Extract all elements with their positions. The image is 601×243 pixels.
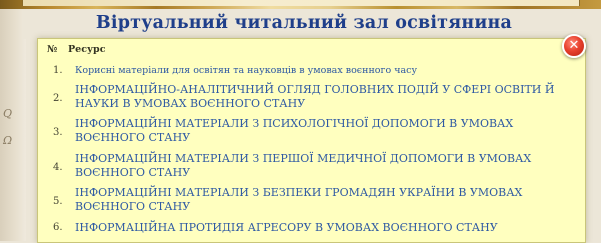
resource-link[interactable]: ІНФОРМАЦІЙНА ПРОТИДІЯ АГРЕСОРУ В УМОВАХ … (75, 221, 565, 235)
resource-link[interactable]: ІНФОРМАЦІЙНІ МАТЕРІАЛИ З БЕЗПЕКИ ГРОМАДЯ… (75, 186, 565, 214)
row-number: 5. (53, 196, 63, 207)
row-number: 3. (53, 127, 63, 138)
row-number: 2. (53, 93, 63, 104)
page-title: Віртуальний читальний зал освітянина (95, 13, 513, 33)
resource-link[interactable]: Корисні матеріали для освітян та науковц… (75, 64, 565, 77)
top-decorative-strip (0, 0, 601, 9)
left-decorative-margin: Q Ω (0, 9, 26, 241)
resource-popup: № Ресурс 1. Корисні матеріали для освітя… (37, 38, 586, 243)
margin-scribble: Ω (3, 134, 13, 147)
column-header-resource: Ресурс (68, 44, 106, 55)
resource-link[interactable]: ІНФОРМАЦІЙНО-АНАЛІТИЧНИЙ ОГЛЯД ГОЛОВНИХ … (75, 83, 565, 111)
resource-link[interactable]: ІНФОРМАЦІЙНІ МАТЕРІАЛИ З ПСИХОЛОГІЧНОЇ Д… (75, 117, 565, 145)
row-number: 6. (53, 222, 63, 233)
top-frame (22, 0, 580, 6)
margin-scribble: Q (3, 107, 13, 120)
row-number: 1. (53, 65, 63, 76)
row-number: 4. (53, 162, 63, 173)
close-icon: ✕ (568, 38, 580, 53)
close-button[interactable]: ✕ (562, 34, 586, 58)
resource-link[interactable]: ІНФОРМАЦІЙНІ МАТЕРІАЛИ З ПЕРШОЇ МЕДИЧНОЇ… (75, 152, 565, 180)
column-header-number: № (47, 44, 58, 55)
